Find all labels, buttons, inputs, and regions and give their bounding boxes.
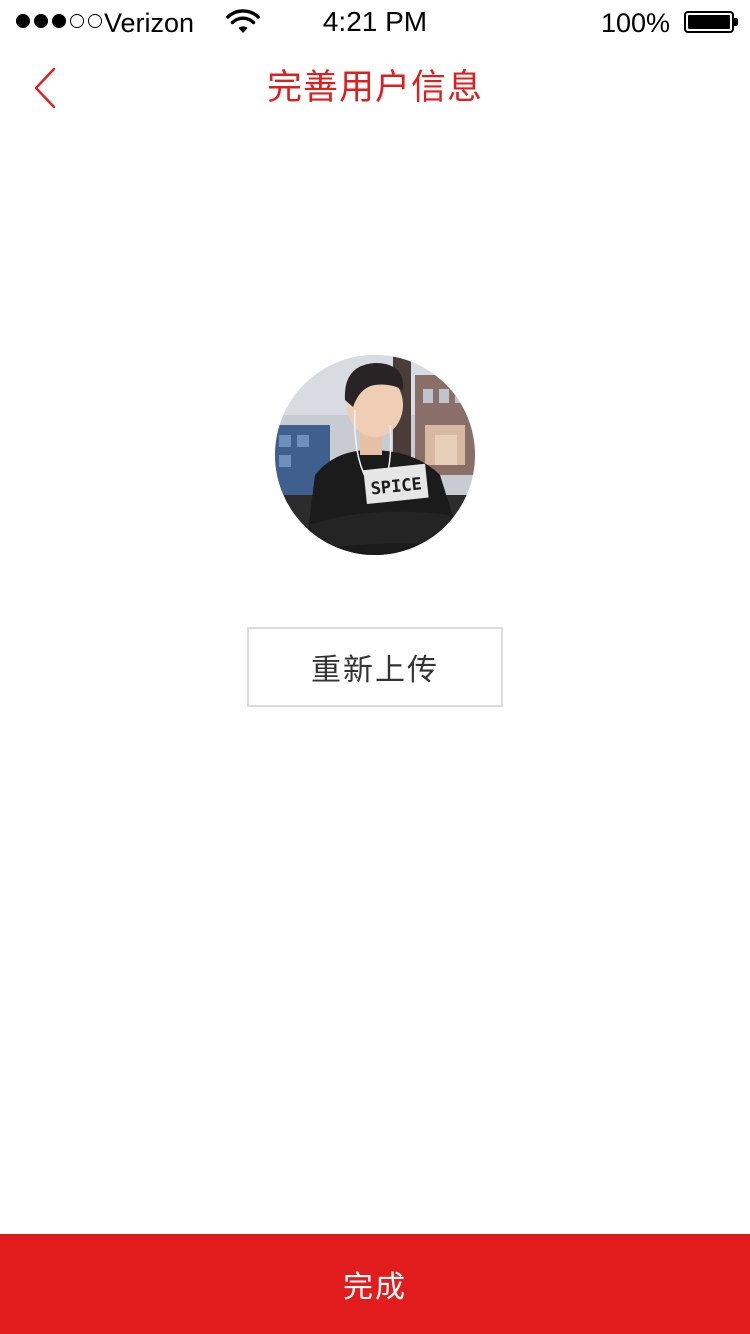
battery-icon <box>684 11 738 33</box>
navigation-bar: 完善用户信息 <box>0 42 750 134</box>
status-bar: Verizon 4:21 PM 100% <box>0 0 750 42</box>
done-button[interactable]: 完成 <box>0 1234 750 1334</box>
avatar-photo: SPICE <box>275 355 475 555</box>
battery-percentage: 100% <box>600 8 670 38</box>
avatar: SPICE <box>275 355 475 555</box>
battery-fill <box>688 15 730 29</box>
reupload-button[interactable]: 重新上传 <box>247 627 503 707</box>
page-title: 完善用户信息 <box>266 68 483 108</box>
